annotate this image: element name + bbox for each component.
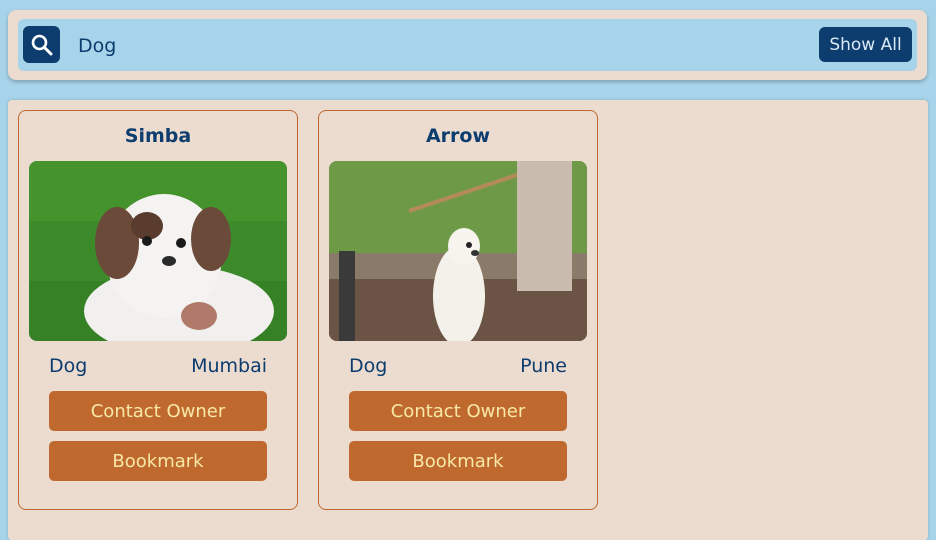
pet-city: Mumbai — [191, 355, 267, 377]
pet-card-arrow: Arrow Dog Pune Contact Owner Bookmark — [318, 110, 598, 510]
bookmark-button[interactable]: Bookmark — [49, 441, 267, 481]
pet-type: Dog — [49, 355, 88, 377]
show-all-button[interactable]: Show All — [819, 27, 912, 62]
results-panel: Simba Dog Mumbai Contact Owner Bookmark … — [8, 100, 928, 540]
pet-name: Simba — [124, 125, 192, 147]
search-panel: Show All — [8, 10, 927, 80]
search-icon — [31, 34, 52, 55]
pet-name: Arrow — [425, 125, 491, 147]
contact-owner-button[interactable]: Contact Owner — [349, 391, 567, 431]
search-input[interactable] — [76, 27, 760, 65]
search-bar: Show All — [18, 19, 917, 71]
pet-photo — [29, 161, 287, 341]
contact-owner-button[interactable]: Contact Owner — [49, 391, 267, 431]
bookmark-button[interactable]: Bookmark — [349, 441, 567, 481]
pet-type: Dog — [349, 355, 388, 377]
search-button[interactable] — [23, 26, 60, 63]
pet-card-simba: Simba Dog Mumbai Contact Owner Bookmark — [18, 110, 298, 510]
pet-photo — [329, 161, 587, 341]
pet-city: Pune — [520, 355, 567, 377]
